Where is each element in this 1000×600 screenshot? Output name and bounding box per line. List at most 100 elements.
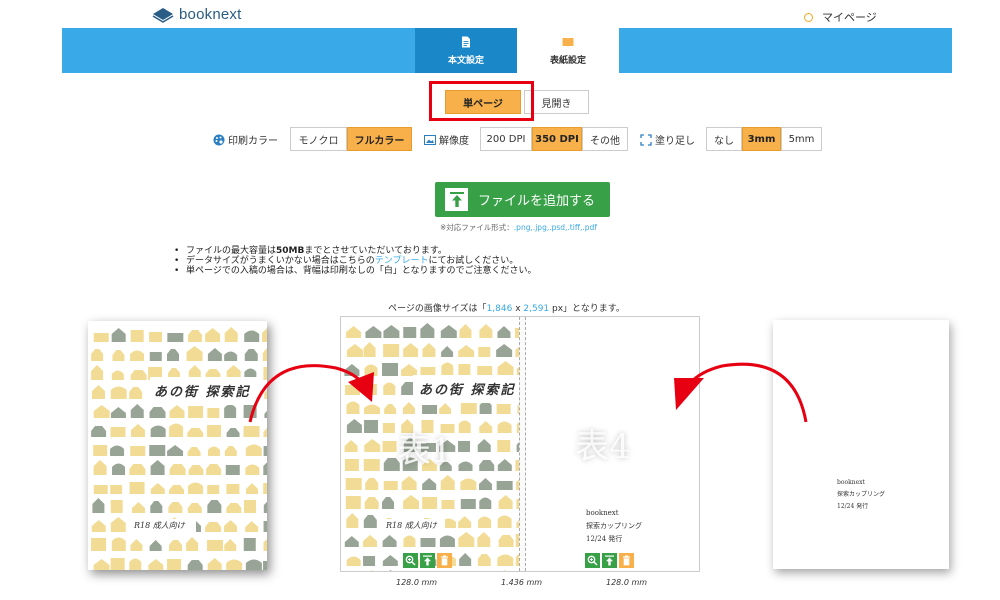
house-shape xyxy=(363,515,377,528)
house-shape xyxy=(363,459,380,471)
template-link[interactable]: テンプレート xyxy=(375,256,429,266)
house-shape xyxy=(224,539,237,551)
house-shape xyxy=(110,386,127,399)
zoom-icon xyxy=(587,555,598,566)
house-shape xyxy=(401,476,417,490)
document-icon xyxy=(462,36,470,47)
house-shape xyxy=(382,497,395,509)
full-color-button[interactable]: フルカラー xyxy=(347,127,412,151)
house-shape xyxy=(169,464,186,475)
house-shape xyxy=(439,403,452,414)
house-shape xyxy=(460,478,477,490)
house-shape xyxy=(186,346,203,361)
house-shape xyxy=(150,483,165,494)
house-shape xyxy=(187,560,203,570)
colophon-coupling: 探索カップリング xyxy=(837,491,886,498)
house-shape xyxy=(479,497,492,509)
house-shape xyxy=(188,482,204,494)
house-shape xyxy=(263,462,267,475)
house-shape xyxy=(370,570,374,571)
house-shape xyxy=(243,538,256,551)
house-shape xyxy=(169,405,185,418)
delete-button[interactable] xyxy=(619,553,634,568)
print-color-label: 印刷カラー xyxy=(213,132,278,147)
bleed-5mm-button[interactable]: 5mm xyxy=(781,127,822,151)
house-shape xyxy=(91,365,104,380)
delete-button[interactable] xyxy=(437,553,452,568)
add-file-button[interactable]: ファイルを追加する xyxy=(435,182,610,217)
note-1a: ファイルの最大容量は xyxy=(186,246,277,256)
crop-corners-icon xyxy=(640,133,652,146)
house-shape xyxy=(344,536,359,547)
size-suffix: px」となります。 xyxy=(549,304,625,314)
back-cover-mark: 表4 xyxy=(575,427,631,467)
house-shape xyxy=(365,478,379,490)
upload-button[interactable] xyxy=(420,553,435,568)
mypage-link[interactable]: マイページ xyxy=(804,9,877,25)
house-shape xyxy=(149,332,163,342)
house-shape xyxy=(422,478,437,490)
house-shape xyxy=(129,558,142,570)
bleed-none-button[interactable]: なし xyxy=(706,127,742,151)
upload-icon xyxy=(605,555,614,566)
selection-highlight-box xyxy=(429,81,534,121)
tab-body-label: 本文設定 xyxy=(447,55,484,66)
print-color-text: 印刷カラー xyxy=(228,136,278,147)
dpi-other-button[interactable]: その他 xyxy=(582,127,628,151)
house-shape xyxy=(497,361,514,376)
house-shape xyxy=(110,485,123,494)
colophon-date: 12/24 発行 xyxy=(586,535,623,543)
zoom-button[interactable] xyxy=(585,553,600,568)
house-shape xyxy=(497,459,512,471)
house-shape xyxy=(207,408,220,418)
spread-cover-rating: R18 成人向け xyxy=(386,521,437,530)
tab-body-settings[interactable]: 本文設定 xyxy=(415,28,517,73)
logo[interactable]: booknext xyxy=(152,6,241,23)
upload-button[interactable] xyxy=(602,553,617,568)
monochrome-button[interactable]: モノクロ xyxy=(290,127,347,151)
house-shape xyxy=(150,425,166,437)
zoom-button[interactable] xyxy=(403,553,418,568)
back-width-label: 128.0 mm xyxy=(606,578,648,587)
house-shape xyxy=(402,402,415,414)
house-shape xyxy=(188,406,204,418)
house-shape xyxy=(460,499,476,509)
front-tools xyxy=(403,553,452,568)
zoom-icon xyxy=(405,555,416,566)
house-shape xyxy=(93,405,110,418)
house-shape xyxy=(225,465,240,475)
house-shape xyxy=(346,556,361,566)
house-shape xyxy=(365,326,382,338)
house-shape xyxy=(420,323,435,338)
house-shape xyxy=(422,405,438,414)
bleed-label: 塗り足し xyxy=(640,132,695,147)
house-shape xyxy=(93,333,109,342)
house-shape xyxy=(364,439,381,452)
house-shape xyxy=(496,344,513,357)
house-shape xyxy=(263,521,267,532)
house-shape xyxy=(167,559,182,570)
palette-icon xyxy=(213,134,225,145)
trash-icon xyxy=(441,555,448,566)
house-shape xyxy=(346,326,362,338)
note-2a: データサイズがうまくいかない場合はこちらの xyxy=(186,256,375,266)
house-shape xyxy=(112,463,126,475)
upload-icon xyxy=(445,188,468,211)
house-shape xyxy=(169,540,183,551)
house-shape xyxy=(458,532,475,547)
house-shape xyxy=(382,441,397,452)
house-shape xyxy=(207,558,222,570)
house-shape xyxy=(245,464,260,475)
dpi-200-button[interactable]: 200 DPI xyxy=(480,127,532,151)
house-shape xyxy=(93,460,107,475)
house-shape xyxy=(422,497,438,509)
tab-cover-settings[interactable]: 表紙設定 xyxy=(517,28,619,73)
house-shape xyxy=(245,483,258,494)
house-shape xyxy=(207,348,222,361)
house-shape xyxy=(440,475,455,490)
house-shape xyxy=(110,445,125,456)
house-shape xyxy=(111,328,126,342)
house-shape xyxy=(244,330,260,342)
dpi-350-button[interactable]: 350 DPI xyxy=(532,127,582,151)
bleed-3mm-button[interactable]: 3mm xyxy=(742,127,781,151)
